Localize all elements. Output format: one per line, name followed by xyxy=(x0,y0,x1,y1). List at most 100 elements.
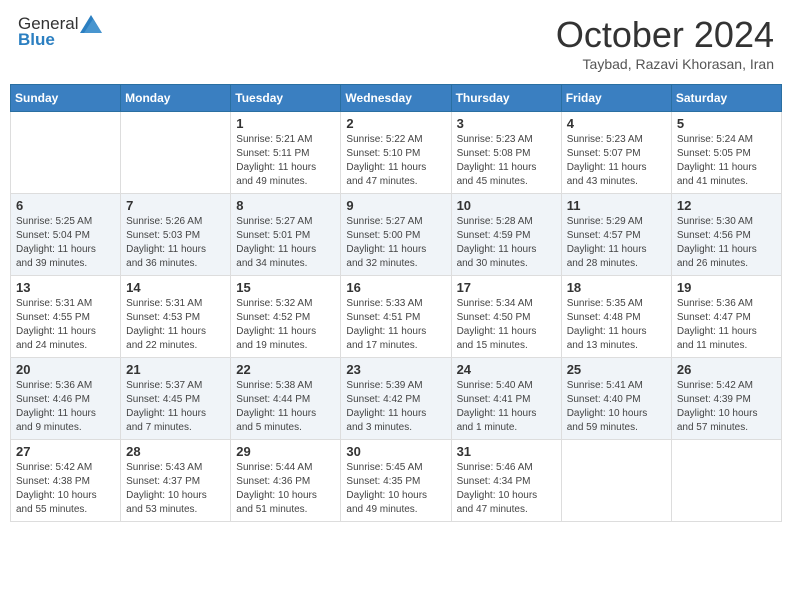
calendar-cell: 29 Sunrise: 5:44 AMSunset: 4:36 PMDayligh… xyxy=(231,440,341,522)
weekday-header-saturday: Saturday xyxy=(671,85,781,112)
calendar-cell: 23 Sunrise: 5:39 AMSunset: 4:42 PMDayligh… xyxy=(341,358,451,440)
calendar-cell: 13 Sunrise: 5:31 AMSunset: 4:55 PMDayligh… xyxy=(11,276,121,358)
calendar-cell: 12 Sunrise: 5:30 AMSunset: 4:56 PMDayligh… xyxy=(671,194,781,276)
day-number: 26 xyxy=(677,362,776,377)
day-number: 13 xyxy=(16,280,115,295)
day-info: Sunrise: 5:38 AMSunset: 4:44 PMDaylight:… xyxy=(236,379,335,435)
day-info: Sunrise: 5:23 AMSunset: 5:08 PMDaylight:… xyxy=(457,133,556,189)
calendar-cell: 30 Sunrise: 5:45 AMSunset: 4:35 PMDayligh… xyxy=(341,440,451,522)
weekday-header-friday: Friday xyxy=(561,85,671,112)
day-number: 7 xyxy=(126,198,225,213)
day-number: 3 xyxy=(457,116,556,131)
day-info: Sunrise: 5:32 AMSunset: 4:52 PMDaylight:… xyxy=(236,297,335,353)
day-number: 8 xyxy=(236,198,335,213)
calendar-cell: 2 Sunrise: 5:22 AMSunset: 5:10 PMDaylight… xyxy=(341,112,451,194)
day-number: 5 xyxy=(677,116,776,131)
day-number: 30 xyxy=(346,444,445,459)
day-info: Sunrise: 5:31 AMSunset: 4:55 PMDaylight:… xyxy=(16,297,115,353)
calendar-cell: 9 Sunrise: 5:27 AMSunset: 5:00 PMDaylight… xyxy=(341,194,451,276)
calendar-cell: 24 Sunrise: 5:40 AMSunset: 4:41 PMDayligh… xyxy=(451,358,561,440)
day-number: 29 xyxy=(236,444,335,459)
day-number: 28 xyxy=(126,444,225,459)
calendar-cell xyxy=(561,440,671,522)
day-info: Sunrise: 5:24 AMSunset: 5:05 PMDaylight:… xyxy=(677,133,776,189)
calendar-cell: 6 Sunrise: 5:25 AMSunset: 5:04 PMDaylight… xyxy=(11,194,121,276)
calendar-week-row: 1Sunrise: 5:21 AMSunset: 5:11 PMDaylight… xyxy=(11,112,782,194)
calendar-week-row: 27Sunrise: 5:42 AMSunset: 4:38 PMDayligh… xyxy=(11,440,782,522)
calendar-cell: 27Sunrise: 5:42 AMSunset: 4:38 PMDayligh… xyxy=(11,440,121,522)
day-number: 16 xyxy=(346,280,445,295)
calendar-week-row: 6 Sunrise: 5:25 AMSunset: 5:04 PMDaylight… xyxy=(11,194,782,276)
day-number: 23 xyxy=(346,362,445,377)
calendar-cell: 26Sunrise: 5:42 AMSunset: 4:39 PMDayligh… xyxy=(671,358,781,440)
calendar-cell: 16 Sunrise: 5:33 AMSunset: 4:51 PMDayligh… xyxy=(341,276,451,358)
day-info: Sunrise: 5:36 AMSunset: 4:47 PMDaylight:… xyxy=(677,297,776,353)
weekday-header-tuesday: Tuesday xyxy=(231,85,341,112)
day-info: Sunrise: 5:29 AMSunset: 4:57 PMDaylight:… xyxy=(567,215,666,271)
day-info: Sunrise: 5:43 AMSunset: 4:37 PMDaylight:… xyxy=(126,461,225,517)
weekday-header-sunday: Sunday xyxy=(11,85,121,112)
day-number: 10 xyxy=(457,198,556,213)
day-number: 4 xyxy=(567,116,666,131)
day-info: Sunrise: 5:23 AMSunset: 5:07 PMDaylight:… xyxy=(567,133,666,189)
calendar-cell: 1Sunrise: 5:21 AMSunset: 5:11 PMDaylight… xyxy=(231,112,341,194)
day-info: Sunrise: 5:34 AMSunset: 4:50 PMDaylight:… xyxy=(457,297,556,353)
day-info: Sunrise: 5:33 AMSunset: 4:51 PMDaylight:… xyxy=(346,297,445,353)
day-info: Sunrise: 5:40 AMSunset: 4:41 PMDaylight:… xyxy=(457,379,556,435)
day-info: Sunrise: 5:45 AMSunset: 4:35 PMDaylight:… xyxy=(346,461,445,517)
calendar-cell: 14 Sunrise: 5:31 AMSunset: 4:53 PMDayligh… xyxy=(121,276,231,358)
day-info: Sunrise: 5:28 AMSunset: 4:59 PMDaylight:… xyxy=(457,215,556,271)
day-number: 19 xyxy=(677,280,776,295)
calendar-cell: 22 Sunrise: 5:38 AMSunset: 4:44 PMDayligh… xyxy=(231,358,341,440)
weekday-header-wednesday: Wednesday xyxy=(341,85,451,112)
calendar-cell: 7 Sunrise: 5:26 AMSunset: 5:03 PMDaylight… xyxy=(121,194,231,276)
day-number: 14 xyxy=(126,280,225,295)
day-info: Sunrise: 5:39 AMSunset: 4:42 PMDaylight:… xyxy=(346,379,445,435)
calendar-cell: 8Sunrise: 5:27 AMSunset: 5:01 PMDaylight… xyxy=(231,194,341,276)
day-number: 17 xyxy=(457,280,556,295)
day-number: 21 xyxy=(126,362,225,377)
calendar-cell: 4 Sunrise: 5:23 AMSunset: 5:07 PMDaylight… xyxy=(561,112,671,194)
day-number: 18 xyxy=(567,280,666,295)
day-info: Sunrise: 5:26 AMSunset: 5:03 PMDaylight:… xyxy=(126,215,225,271)
location-subtitle: Taybad, Razavi Khorasan, Iran xyxy=(556,56,774,72)
day-number: 9 xyxy=(346,198,445,213)
day-number: 6 xyxy=(16,198,115,213)
logo-icon xyxy=(80,15,102,33)
calendar-cell: 17 Sunrise: 5:34 AMSunset: 4:50 PMDayligh… xyxy=(451,276,561,358)
day-info: Sunrise: 5:30 AMSunset: 4:56 PMDaylight:… xyxy=(677,215,776,271)
day-number: 1 xyxy=(236,116,335,131)
calendar-cell: 11 Sunrise: 5:29 AMSunset: 4:57 PMDayligh… xyxy=(561,194,671,276)
day-info: Sunrise: 5:27 AMSunset: 5:00 PMDaylight:… xyxy=(346,215,445,271)
calendar-table: SundayMondayTuesdayWednesdayThursdayFrid… xyxy=(10,84,782,522)
calendar-cell: 3 Sunrise: 5:23 AMSunset: 5:08 PMDaylight… xyxy=(451,112,561,194)
weekday-header-monday: Monday xyxy=(121,85,231,112)
calendar-cell xyxy=(11,112,121,194)
day-info: Sunrise: 5:35 AMSunset: 4:48 PMDaylight:… xyxy=(567,297,666,353)
calendar-cell: 25Sunrise: 5:41 AMSunset: 4:40 PMDayligh… xyxy=(561,358,671,440)
day-info: Sunrise: 5:46 AMSunset: 4:34 PMDaylight:… xyxy=(457,461,556,517)
day-number: 15 xyxy=(236,280,335,295)
title-area: October 2024 Taybad, Razavi Khorasan, Ir… xyxy=(556,14,774,72)
calendar-cell: 28 Sunrise: 5:43 AMSunset: 4:37 PMDayligh… xyxy=(121,440,231,522)
day-info: Sunrise: 5:22 AMSunset: 5:10 PMDaylight:… xyxy=(346,133,445,189)
calendar-cell: 20Sunrise: 5:36 AMSunset: 4:46 PMDayligh… xyxy=(11,358,121,440)
day-info: Sunrise: 5:25 AMSunset: 5:04 PMDaylight:… xyxy=(16,215,115,271)
day-number: 24 xyxy=(457,362,556,377)
calendar-week-row: 13 Sunrise: 5:31 AMSunset: 4:55 PMDayligh… xyxy=(11,276,782,358)
day-info: Sunrise: 5:36 AMSunset: 4:46 PMDaylight:… xyxy=(16,379,115,435)
day-number: 25 xyxy=(567,362,666,377)
day-info: Sunrise: 5:44 AMSunset: 4:36 PMDaylight:… xyxy=(236,461,335,517)
day-number: 22 xyxy=(236,362,335,377)
day-number: 12 xyxy=(677,198,776,213)
month-title: October 2024 xyxy=(556,14,774,56)
day-info: Sunrise: 5:31 AMSunset: 4:53 PMDaylight:… xyxy=(126,297,225,353)
day-info: Sunrise: 5:42 AMSunset: 4:38 PMDaylight:… xyxy=(16,461,115,517)
calendar-week-row: 20Sunrise: 5:36 AMSunset: 4:46 PMDayligh… xyxy=(11,358,782,440)
weekday-header-row: SundayMondayTuesdayWednesdayThursdayFrid… xyxy=(11,85,782,112)
day-number: 31 xyxy=(457,444,556,459)
day-number: 11 xyxy=(567,198,666,213)
day-number: 2 xyxy=(346,116,445,131)
calendar-cell: 15 Sunrise: 5:32 AMSunset: 4:52 PMDayligh… xyxy=(231,276,341,358)
calendar-cell: 5 Sunrise: 5:24 AMSunset: 5:05 PMDaylight… xyxy=(671,112,781,194)
